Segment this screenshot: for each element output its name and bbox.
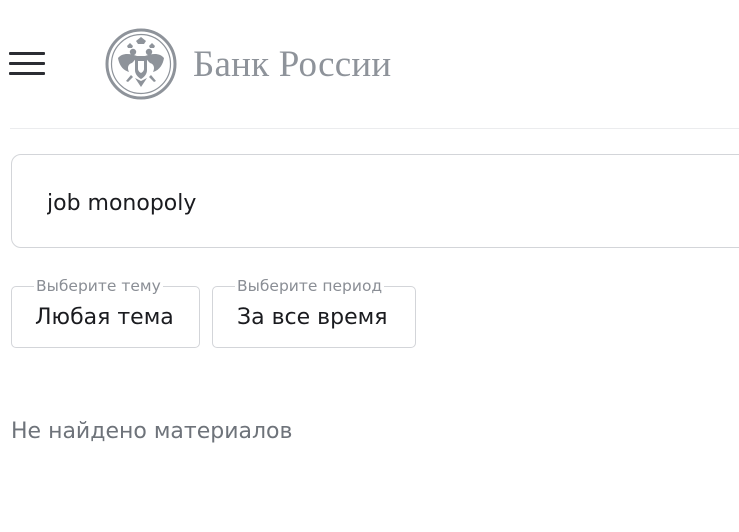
hamburger-menu-icon-bottom <box>9 72 45 75</box>
double-headed-eagle-icon <box>105 28 177 100</box>
menu-button[interactable] <box>9 48 45 78</box>
no-results-message: Не найдено материалов <box>11 419 293 444</box>
logo-text: Банк России <box>193 43 392 85</box>
period-select-label: Выберите период <box>235 276 385 296</box>
period-select-value: За все время <box>237 305 388 330</box>
topic-select-label: Выберите тему <box>34 276 163 296</box>
hamburger-menu-icon-middle <box>9 62 45 65</box>
topic-select[interactable]: Выберите тему Любая тема <box>11 276 200 348</box>
search-input[interactable] <box>47 183 727 223</box>
search-box[interactable] <box>11 154 739 248</box>
header-divider <box>10 128 739 129</box>
period-select[interactable]: Выберите период За все время <box>212 276 416 348</box>
page: Банк России Выберите тему Любая тема Выб… <box>0 0 739 532</box>
header: Банк России <box>0 0 739 128</box>
topic-select-value: Любая тема <box>35 305 174 330</box>
bank-of-russia-logo[interactable]: Банк России <box>105 28 391 100</box>
hamburger-menu-icon <box>9 52 45 55</box>
